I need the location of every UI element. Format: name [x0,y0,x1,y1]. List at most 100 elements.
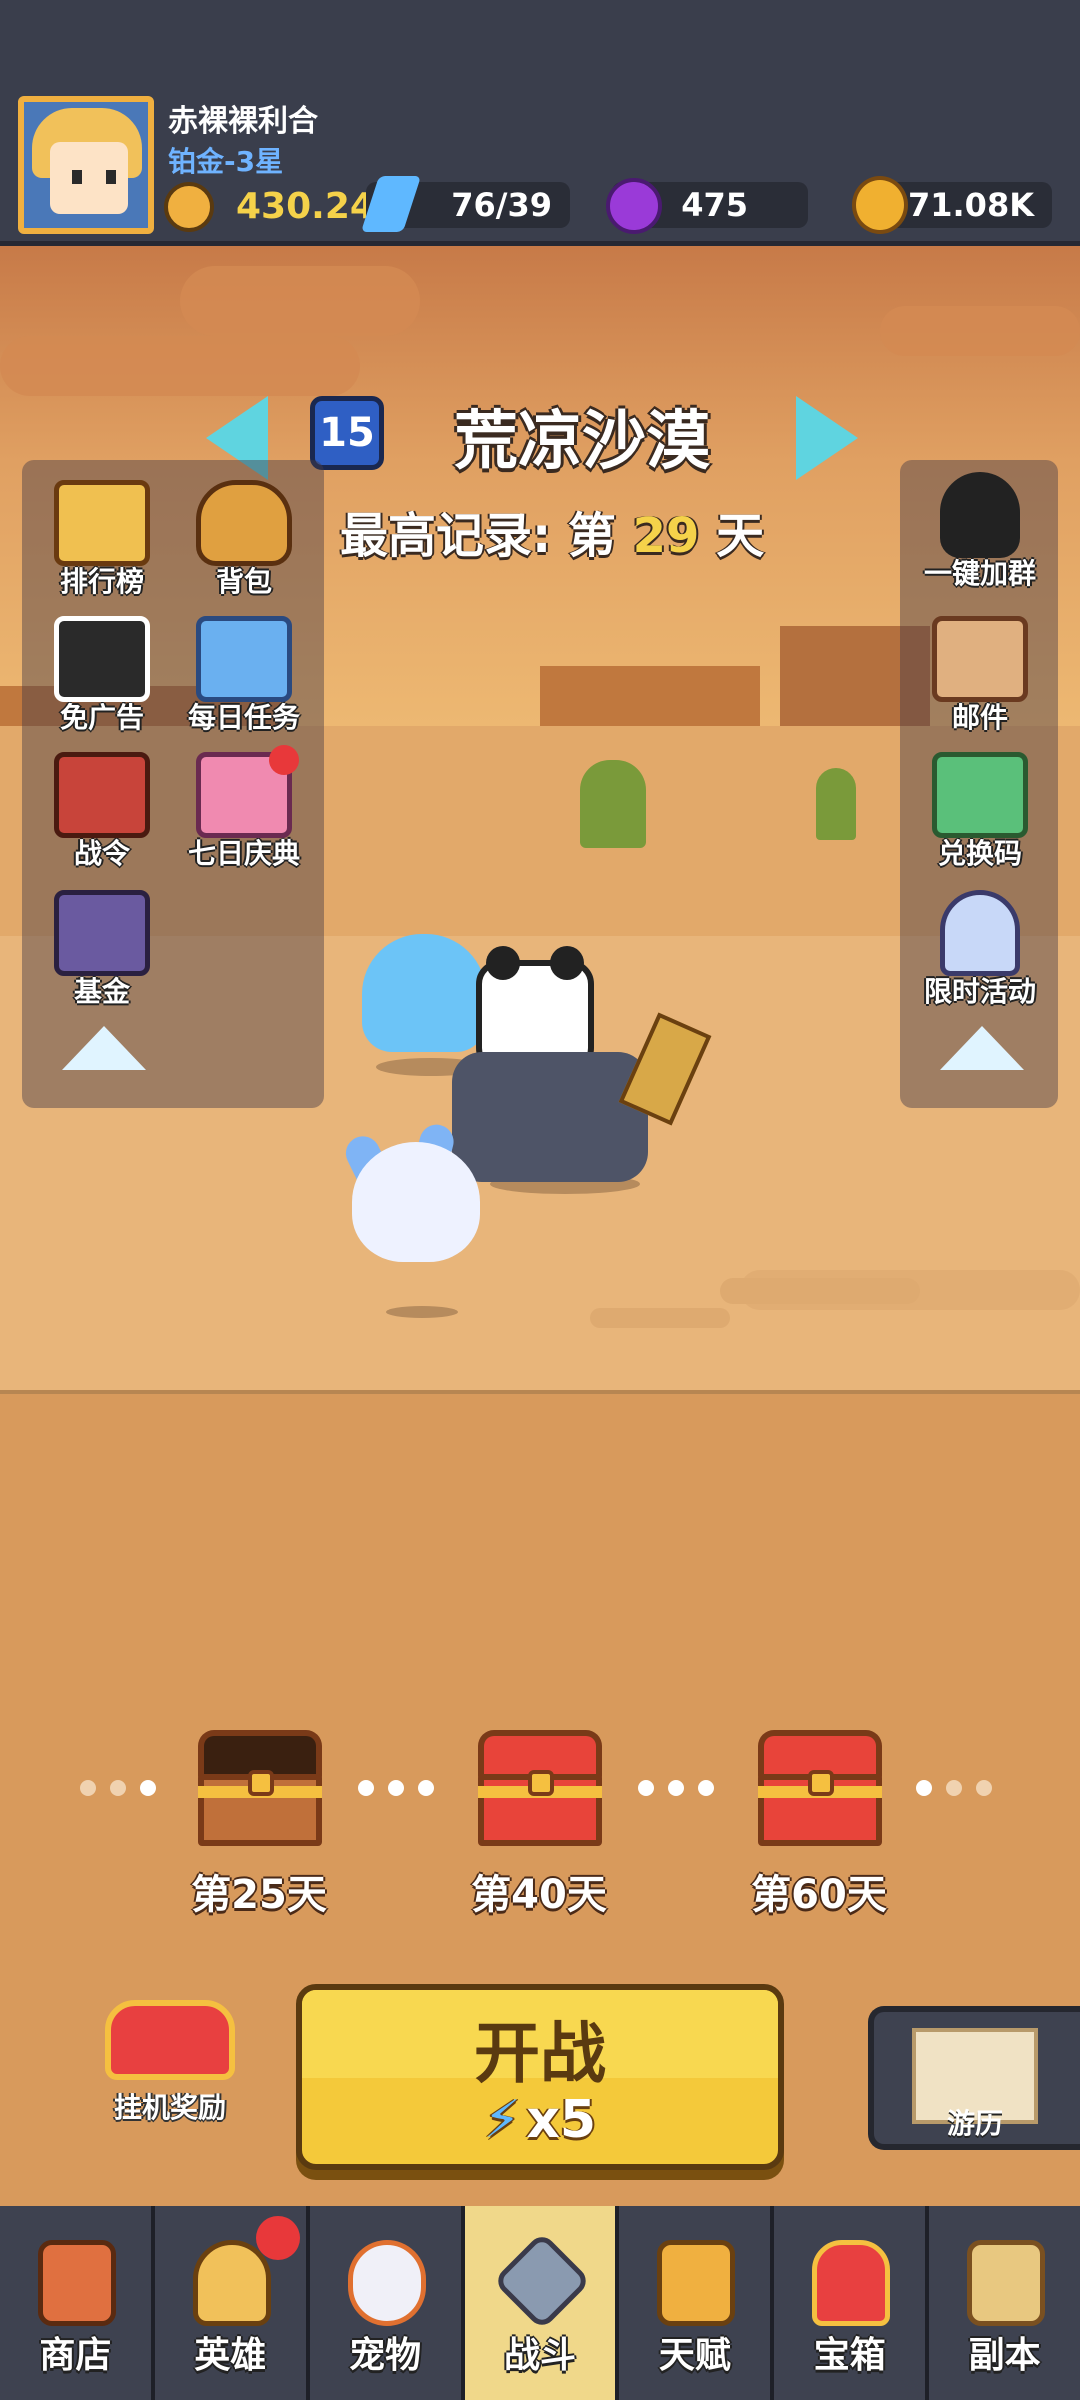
game-screen: 赤裸裸利合 铂金-3星 430.24K 76/39 475 71.08K 15 … [0,0,1080,2400]
notification-dot [269,745,299,775]
nav-tab-shop[interactable]: 商店 [0,2206,155,2400]
nav-tab-dungeon[interactable]: 副本 [929,2206,1080,2400]
wolf-mount[interactable] [452,1052,648,1182]
record-suffix: 天 [716,508,765,564]
panda-ear [486,946,520,980]
bottom-nav: 商店 英雄 宠物 战斗 天赋 宝箱 副本 [0,2206,1080,2400]
level-number-badge: 15 [310,396,384,470]
collapse-right-panel-icon[interactable] [940,1026,1024,1070]
chest-lock-icon [528,1770,554,1796]
rock-mesa [540,666,760,726]
top-status-bar: 赤裸裸利合 铂金-3星 430.24K 76/39 475 71.08K [0,0,1080,246]
player-name: 赤裸裸利合 [168,104,318,139]
avatar-face [50,142,128,214]
battle-pass-icon [54,752,150,838]
nav-label: 战斗 [504,2335,577,2376]
nav-label: 天赋 [658,2335,731,2376]
dune [740,1270,1080,1310]
fund-label: 基金 [73,975,130,1008]
backpack-label: 背包 [215,565,272,598]
shop-stall-icon [38,2240,116,2326]
winged-fist-icon [657,2240,736,2326]
travel-button[interactable]: 游历 [868,2006,1080,2150]
leaderboard-button[interactable]: 排行榜 [32,480,172,600]
limited-event-button[interactable]: 限时活动 [910,890,1050,1010]
milestone-chest-locked[interactable] [478,1730,602,1846]
redeem-code-label: 兑换码 [937,837,1022,870]
gold-coin-plus-icon[interactable] [852,176,908,234]
daily-task-button[interactable]: 每日任务 [174,616,314,736]
milestone-chest-opened[interactable] [198,1730,322,1846]
battle-pass-button[interactable]: 战令 [32,752,172,872]
panda-ear [550,946,584,980]
join-group-button[interactable]: 一键加群 [910,472,1050,592]
lightning-icon: ⚡ [483,2090,521,2150]
character-shadow [386,1306,458,1318]
cloud [0,336,360,396]
cactus [816,768,856,840]
next-level-arrow[interactable] [796,396,858,480]
backpack-icon [196,480,292,566]
cloud [880,306,1080,356]
gold-value: 71.08K [907,186,1034,224]
fund-button[interactable]: 基金 [32,890,172,1010]
nav-label: 宝箱 [813,2335,886,2376]
map-scroll-icon [967,2240,1046,2326]
gem-value: 475 [681,186,748,224]
backpack-button[interactable]: 背包 [174,480,314,600]
cloud [180,266,420,336]
safe-vault-icon [54,890,150,976]
daily-task-icon [196,616,292,702]
nav-tab-chest[interactable]: 宝箱 [774,2206,930,2400]
no-ads-button[interactable]: 免广告 [32,616,172,736]
nav-label: 英雄 [194,2335,267,2376]
dune [590,1308,730,1328]
redeem-code-button[interactable]: 兑换码 [910,752,1050,872]
mail-scroll-icon [932,616,1028,702]
nav-label: 宠物 [349,2335,422,2376]
mail-label: 邮件 [951,701,1008,734]
penguin-icon [940,472,1020,558]
progress-dots [916,1780,992,1796]
leaderboard-scroll-icon [54,480,150,566]
bunny-pet[interactable] [352,1142,480,1262]
battle-pass-label: 战令 [73,837,130,870]
energy-value: 76/39 [451,186,552,224]
gift-box-icon [196,745,299,838]
ghost-pet[interactable] [362,934,486,1052]
milestone-chest-locked[interactable] [758,1730,882,1846]
player-avatar[interactable] [18,96,154,234]
idle-reward-button[interactable]: 挂机奖励 [96,2000,244,2126]
gem-plus-icon[interactable] [606,178,662,234]
chest-lock-icon [808,1770,834,1796]
best-record: 最高记录: 第 29 天 [340,496,764,566]
leaderboard-label: 排行榜 [59,565,144,598]
record-prefix: 最高记录: 第 [340,508,616,564]
battle-cost-value: x5 [526,2090,597,2150]
start-battle-button[interactable]: 开战 ⚡ x5 [296,1984,784,2170]
sword-power-icon [164,182,214,232]
avatar-eye [106,170,116,184]
nav-tab-battle[interactable]: 战斗 [464,2206,620,2400]
join-group-label: 一键加群 [923,557,1036,590]
travel-label: 游历 [946,2107,1003,2140]
battle-button-title: 开战 [474,2015,606,2092]
nav-tab-talent[interactable]: 天赋 [619,2206,775,2400]
milestone-label: 第60天 [751,1872,887,1918]
progress-dots [80,1780,156,1796]
progress-dots [638,1780,714,1796]
no-ads-label: 免广告 [59,701,144,734]
notification-dot [255,2216,300,2260]
hero-icon [192,2240,271,2326]
battle-cost: ⚡ x5 [302,2090,778,2150]
seven-day-event-button[interactable]: 七日庆典 [174,745,314,872]
mail-button[interactable]: 邮件 [910,616,1050,736]
milestone-label: 第25天 [191,1872,327,1918]
nav-tab-hero[interactable]: 英雄 [154,2206,310,2400]
player-rank: 铂金-3星 [168,145,284,178]
nav-tab-pet[interactable]: 宠物 [309,2206,465,2400]
chest-lock-icon [248,1770,274,1796]
collapse-left-panel-icon[interactable] [62,1026,146,1070]
gashapon-icon [940,890,1020,976]
record-day: 29 [632,508,700,564]
